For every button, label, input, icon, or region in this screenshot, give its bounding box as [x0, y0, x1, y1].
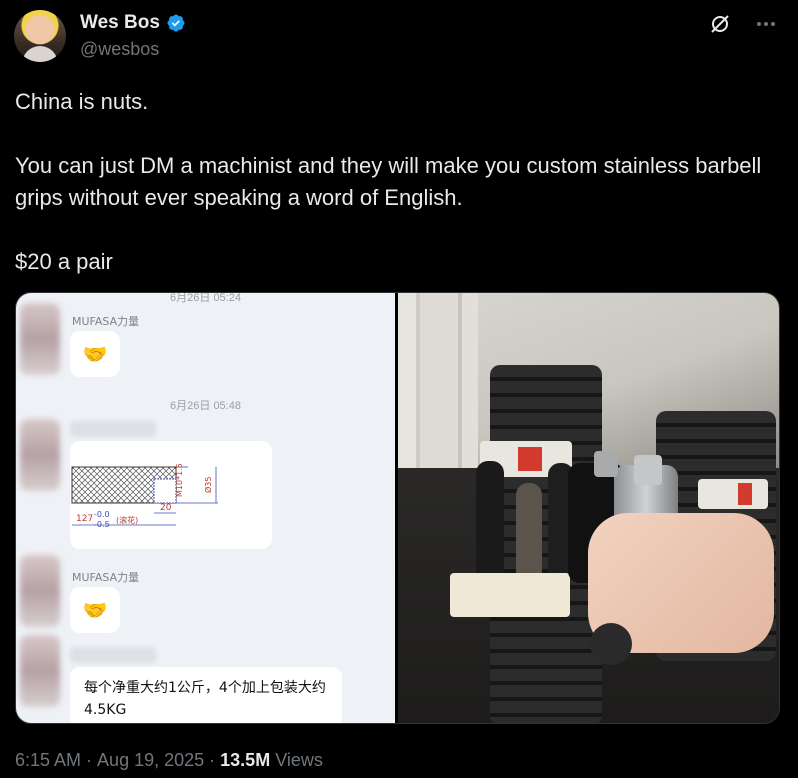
avatar[interactable] [14, 10, 66, 62]
separator: · [86, 750, 93, 770]
dumbbell-label [698, 479, 768, 509]
views-count[interactable]: 13.5M [220, 750, 270, 771]
display-name[interactable]: Wes Bos [80, 12, 160, 34]
grip-bolt [634, 455, 662, 485]
emoji-bubble-2: 🤝 [70, 587, 120, 633]
blurred-avatar [20, 555, 60, 627]
more-options-icon-svg [757, 22, 775, 26]
verified-badge-icon [167, 14, 185, 32]
more-options-icon[interactable] [754, 12, 778, 36]
grok-icon[interactable] [708, 12, 732, 36]
grok-icon-svg [711, 15, 729, 33]
tweet-line-3: $20 a pair [15, 249, 113, 274]
handshake-emoji: 🤝 [82, 343, 108, 366]
blurred-avatar [20, 635, 60, 707]
tweet-text: China is nuts. You can just DM a machini… [15, 86, 775, 278]
dim-length: 20 [160, 503, 172, 513]
dumbbell-photo-image[interactable] [398, 293, 779, 723]
top-actions [708, 12, 778, 36]
post-time[interactable]: 6:15 AM [15, 750, 81, 771]
drawing-bubble[interactable]: M10*1.5 Ø35 20 127 -0.0 -0.5 (滚花) [70, 441, 272, 549]
views-label: Views [275, 750, 323, 770]
dim-thread: M10*1.5 [175, 463, 184, 497]
knurl-note: (滚花) [116, 515, 138, 525]
sender-name-1: MUFASA力量 [72, 315, 140, 328]
chat-timestamp-top: 6月26日 05:24 [170, 293, 241, 304]
media-grid: 6月26日 05:24 MUFASA力量 🤝 6月26日 05:48 M10*1… [15, 292, 780, 724]
technical-drawing: M10*1.5 Ø35 20 127 -0.0 -0.5 (滚花) [71, 463, 218, 529]
blurred-sender-name [70, 421, 156, 437]
separator: · [209, 750, 216, 770]
avatar-body [22, 46, 58, 62]
knob [590, 623, 632, 665]
wall-trim [398, 293, 478, 473]
sender-name-2: MUFASA力量 [72, 571, 140, 584]
tol-minus: -0.5 [94, 520, 110, 529]
thread-hole [153, 478, 177, 504]
blurred-avatar [20, 419, 60, 491]
tweet-meta: 6:15 AM · Aug 19, 2025 · 13.5M Views [15, 750, 323, 771]
chat-timestamp-mid: 6月26日 05:48 [170, 400, 241, 412]
handshake-emoji: 🤝 [82, 599, 108, 622]
plastic-base [450, 573, 570, 617]
dim-total: 127 [76, 514, 93, 524]
handle-bar [476, 461, 504, 591]
chat-screenshot-image[interactable]: 6月26日 05:24 MUFASA力量 🤝 6月26日 05:48 M10*1… [16, 293, 395, 723]
dim-diameter: Ø35 [203, 477, 213, 493]
blurred-sender-name [70, 647, 156, 663]
red-tag [738, 483, 752, 505]
message-text: 每个净重大约1公斤，4个加上包装大约4.5KG [84, 680, 326, 718]
tweet-line-2: You can just DM a machinist and they wil… [15, 153, 762, 210]
post-date[interactable]: Aug 19, 2025 [97, 750, 204, 771]
grip-bolt [594, 451, 618, 477]
message-bubble: 每个净重大约1公斤，4个加上包装大约4.5KG [70, 667, 342, 723]
blurred-avatar [20, 303, 60, 375]
handle-bar [516, 483, 542, 583]
emoji-bubble-1: 🤝 [70, 331, 120, 377]
tweet-line-1: China is nuts. [15, 89, 149, 114]
handle[interactable]: @wesbos [80, 39, 159, 60]
author-name-row: Wes Bos [80, 12, 186, 34]
red-tag [518, 447, 542, 471]
tol-plus: -0.0 [94, 510, 110, 519]
